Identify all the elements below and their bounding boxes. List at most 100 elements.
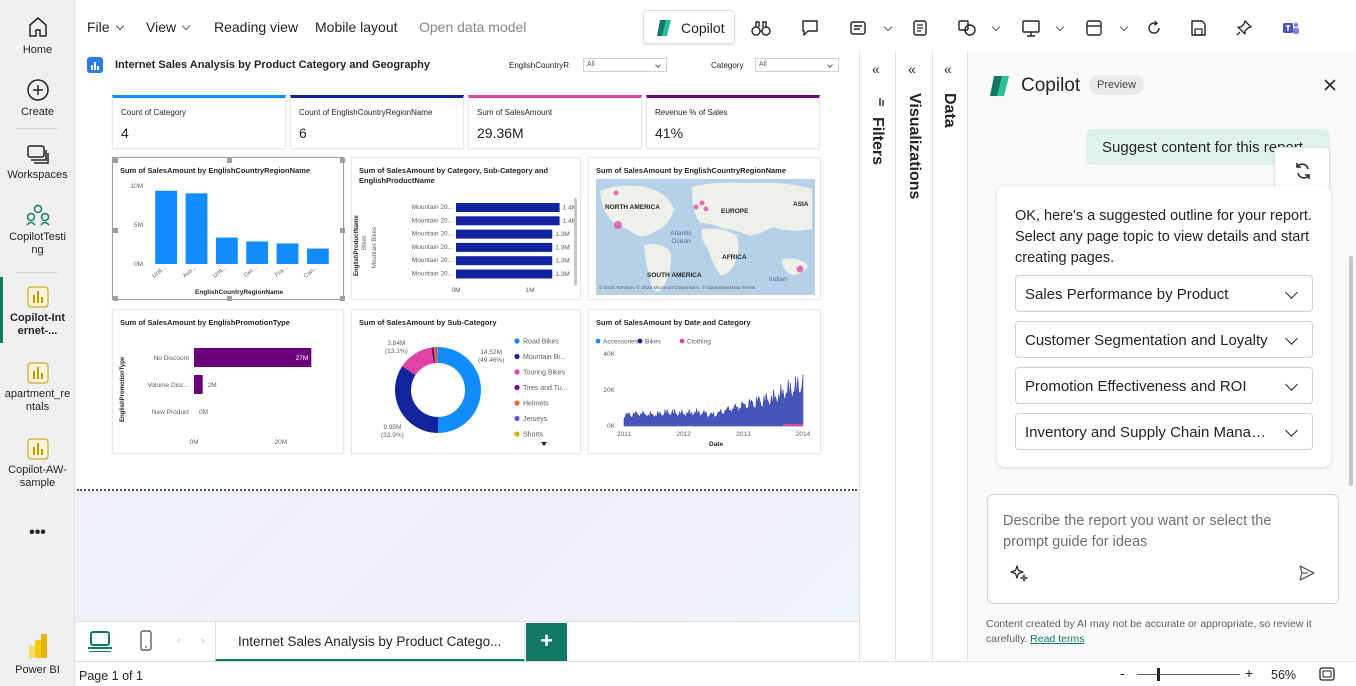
zoom-slider-thumb[interactable] — [1157, 668, 1160, 681]
map-bubble[interactable] — [796, 265, 804, 273]
topic-customer-segmentation[interactable]: Customer Segmentation and Loyalty — [1015, 321, 1313, 358]
chevron-down-icon[interactable] — [883, 22, 893, 32]
nav-divider — [16, 128, 58, 129]
legend-label: Road Bikes — [523, 339, 559, 346]
shapes-icon[interactable] — [957, 19, 977, 37]
slicer-category-dropdown[interactable]: All — [755, 58, 839, 72]
map-bubble[interactable] — [699, 200, 705, 206]
legend-marker — [514, 415, 520, 422]
chart-sales-map[interactable]: Sum of SalesAmount by EnglishCountryRegi… — [588, 157, 821, 300]
refresh-icon — [1296, 163, 1310, 179]
chevron-double-left-icon[interactable]: « — [872, 61, 880, 77]
teams-icon[interactable] — [1281, 19, 1301, 37]
open-data-model-button[interactable]: Open data model — [419, 19, 526, 35]
mobile-layout-button[interactable]: Mobile layout — [315, 19, 398, 35]
chart-sales-by-product[interactable]: Sum of SalesAmount by Category, Sub-Cate… — [351, 157, 581, 300]
kpi-card-revenue-pct[interactable]: Revenue % of Sales 41% — [646, 95, 820, 149]
copilot-scrollbar[interactable] — [1349, 256, 1353, 486]
fit-to-page-icon[interactable] — [1319, 667, 1335, 681]
chevron-left-icon[interactable]: ‹ — [177, 635, 181, 647]
topic-sales-performance[interactable]: Sales Performance by Product — [1015, 275, 1313, 312]
nav-workspaces[interactable]: Workspaces — [0, 143, 75, 182]
kpi-card-category-count[interactable]: Count of Category 4 — [112, 95, 286, 149]
pin-icon[interactable] — [1235, 19, 1253, 37]
chevron-down-icon[interactable] — [991, 22, 1001, 32]
chart-sales-by-promotion[interactable]: Sum of SalesAmount by EnglishPromotionTy… — [112, 309, 344, 454]
save-icon[interactable] — [1189, 19, 1207, 37]
data-pane-label: Data — [941, 93, 958, 128]
chart-scrollbar[interactable] — [574, 198, 577, 286]
nav-copilot-internet-report[interactable]: Copilot-Internet-... — [0, 286, 75, 338]
nav-apartment-rentals[interactable]: apartment_rentals — [0, 362, 75, 414]
map-bubble[interactable] — [693, 204, 699, 210]
chart-sales-by-subcategory[interactable]: Sum of SalesAmount by Sub-Category Road … — [351, 309, 581, 454]
comment-icon[interactable] — [801, 19, 819, 37]
topic-label: Sales Performance by Product — [1025, 286, 1229, 303]
power-bi-brand[interactable]: Power BI — [0, 632, 75, 677]
chevron-down-icon[interactable] — [1119, 22, 1129, 32]
chevron-down-icon[interactable] — [1055, 22, 1065, 32]
copilot-pane: Copilot Preview Suggest content for this… — [967, 51, 1356, 661]
zoom-slider-track[interactable] — [1137, 674, 1240, 675]
chevron-down-icon — [827, 62, 833, 68]
page-tab-active[interactable]: Internet Sales Analysis by Product Categ… — [215, 622, 525, 662]
report-icon — [27, 362, 48, 384]
refresh-icon[interactable] — [1145, 19, 1163, 37]
slicer-country-dropdown[interactable]: All — [583, 58, 667, 72]
slicer-category-label: Category — [711, 61, 744, 70]
read-terms-link[interactable]: Read terms — [1030, 633, 1084, 645]
legend-label: Jerseys — [523, 416, 548, 423]
map-bubble[interactable] — [614, 221, 622, 229]
topic-promotion-effectiveness[interactable]: Promotion Effectiveness and ROI — [1015, 367, 1313, 404]
report-icon — [87, 57, 103, 73]
nav-copilot-aw-sample[interactable]: Copilot-AW-sample — [0, 438, 75, 490]
chart-sales-by-country[interactable]: Sum of SalesAmount by EnglishCountryRegi… — [112, 157, 345, 301]
chevron-double-left-icon[interactable]: « — [944, 61, 952, 77]
bar — [456, 269, 553, 279]
y-tick-label: Mountain 20... — [412, 204, 453, 211]
nav-copilottesting[interactable]: CopilotTesting — [0, 203, 75, 257]
map-bubble[interactable] — [613, 190, 619, 196]
filters-pane-collapsed[interactable]: « Filters — [859, 51, 895, 661]
bar — [194, 348, 312, 367]
more-options-button[interactable]: ••• — [0, 525, 75, 541]
layout-icon[interactable] — [1085, 19, 1103, 37]
present-icon[interactable] — [1021, 19, 1041, 37]
nav-create[interactable]: Create — [0, 78, 75, 119]
subscribe-icon[interactable] — [849, 19, 867, 37]
kpi-card-sales-amount[interactable]: Sum of SalesAmount 29.36M — [468, 95, 642, 149]
y-tick-label: No Discount — [154, 355, 190, 362]
kpi-card-country-count[interactable]: Count of EnglishCountryRegionName 6 — [290, 95, 464, 149]
mobile-layout-icon[interactable] — [138, 629, 154, 653]
legend-scroll-down-icon[interactable] — [541, 442, 547, 446]
resize-handle — [340, 158, 345, 163]
zoom-in-button[interactable]: + — [1245, 665, 1253, 681]
chevron-double-left-icon[interactable]: « — [908, 61, 916, 77]
reading-view-button[interactable]: Reading view — [214, 19, 298, 35]
send-icon[interactable] — [1298, 564, 1316, 582]
page-tabs-bar: ‹ › Internet Sales Analysis by Product C… — [75, 621, 859, 662]
report-icon — [27, 286, 48, 308]
copilot-prompt-input[interactable] — [1003, 511, 1313, 561]
chart-sales-by-date[interactable]: Sum of SalesAmount by Date and Category … — [588, 309, 821, 454]
data-pane-collapsed[interactable]: « Data — [932, 51, 967, 661]
topic-inventory-supply-chain[interactable]: Inventory and Supply Chain Management — [1015, 413, 1313, 450]
view-menu[interactable]: View — [146, 19, 191, 35]
nav-home[interactable]: Home — [0, 14, 75, 57]
notes-icon[interactable] — [911, 19, 929, 37]
area-series-shade — [624, 374, 803, 426]
visualizations-pane-collapsed[interactable]: « Visualizations — [895, 51, 932, 661]
close-icon[interactable] — [1324, 79, 1336, 91]
zoom-out-button[interactable]: - — [1120, 665, 1125, 681]
copilot-button[interactable]: Copilot — [643, 10, 735, 44]
add-page-button[interactable]: + — [526, 623, 567, 661]
chevron-right-icon[interactable]: › — [201, 635, 205, 647]
legend-marker — [514, 431, 520, 437]
legend-marker — [514, 338, 520, 344]
map-bubble[interactable] — [703, 206, 709, 212]
x-tick-label: 2013 — [736, 431, 751, 438]
binoculars-icon[interactable] — [751, 19, 771, 37]
file-menu[interactable]: File — [87, 19, 124, 35]
desktop-layout-icon[interactable] — [87, 630, 113, 652]
prompt-guide-sparkle-icon[interactable] — [1010, 564, 1028, 582]
